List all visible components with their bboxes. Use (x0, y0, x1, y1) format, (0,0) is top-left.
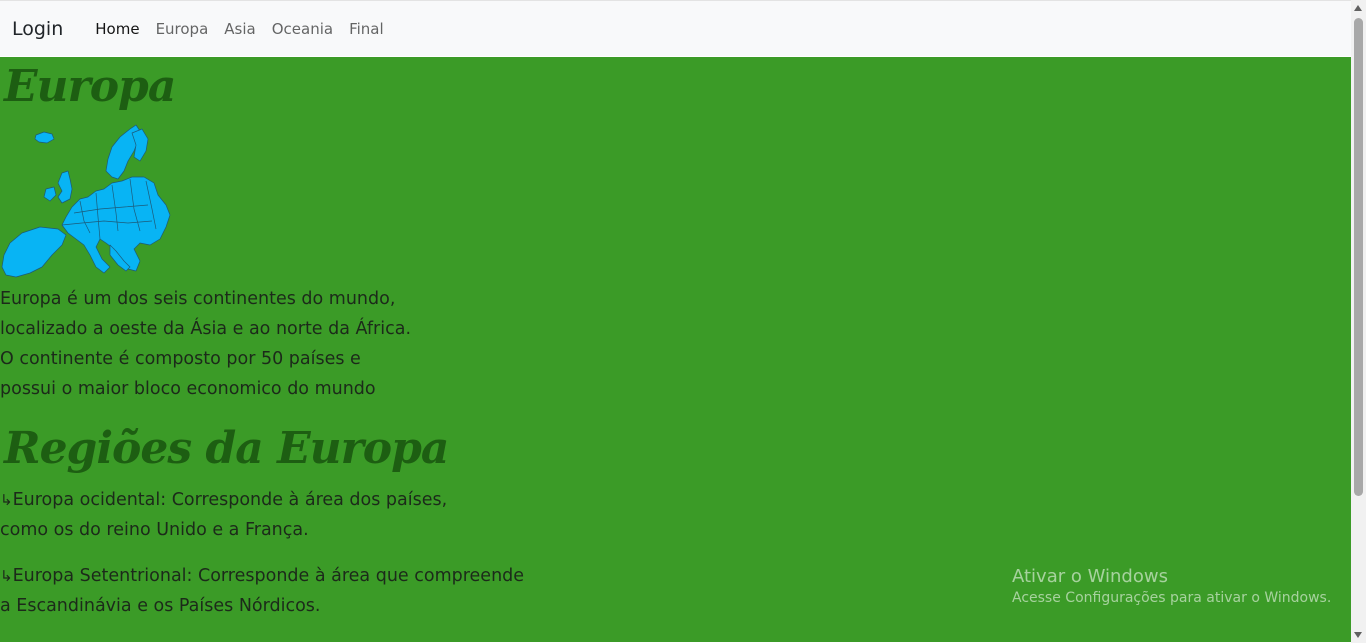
intro-line: Europa é um dos seis continentes do mund… (0, 289, 396, 309)
navbar-brand-login[interactable]: Login (12, 18, 63, 40)
scroll-down-arrow-icon[interactable] (1354, 632, 1362, 638)
intro-line: possui o maior bloco economico do mundo (0, 379, 376, 399)
nav-link-oceania[interactable]: Oceania (264, 20, 341, 38)
region-item: ↳Europa Setentrional: Corresponde à área… (0, 561, 560, 621)
navbar: Login Home Europa Asia Oceania Final (0, 0, 1351, 56)
intro-line: O continente é composto por 50 países e (0, 349, 361, 369)
main-content: Europa Europa é um dos seis continentes … (0, 57, 1351, 642)
region-line: Europa ocidental: Corresponde à área dos… (12, 490, 448, 510)
intro-line: localizado a oeste da Ásia e ao norte da… (0, 319, 412, 339)
nav-link-final[interactable]: Final (341, 20, 392, 38)
page-title: Europa (4, 61, 176, 112)
region-line: como os do reino Unido e a França. (0, 520, 309, 540)
europe-map-image (1, 124, 171, 278)
region-item: ↳Europa ocidental: Corresponde à área do… (0, 485, 560, 545)
scroll-up-arrow-icon[interactable] (1354, 5, 1362, 11)
watermark-subtitle: Acesse Configurações para ativar o Windo… (1012, 590, 1332, 606)
return-arrow-icon: ↳ (0, 491, 13, 509)
watermark-title: Ativar o Windows (1012, 566, 1168, 587)
windows-activation-watermark: Ativar o Windows Acesse Configurações pa… (1012, 566, 1331, 608)
nav-link-europa[interactable]: Europa (148, 20, 217, 38)
nav-links: Home Europa Asia Oceania Final (87, 20, 391, 38)
vertical-scrollbar[interactable] (1351, 0, 1366, 643)
nav-link-asia[interactable]: Asia (216, 20, 263, 38)
intro-paragraph: Europa é um dos seis continentes do mund… (0, 284, 460, 404)
region-line: a Escandinávia e os Países Nórdicos. (0, 596, 321, 616)
scrollbar-thumb[interactable] (1354, 18, 1363, 496)
return-arrow-icon: ↳ (0, 567, 13, 585)
region-line: Europa Setentrional: Corresponde à área … (12, 566, 525, 586)
regions-title: Regiões da Europa (4, 423, 449, 474)
nav-link-home[interactable]: Home (87, 20, 147, 38)
